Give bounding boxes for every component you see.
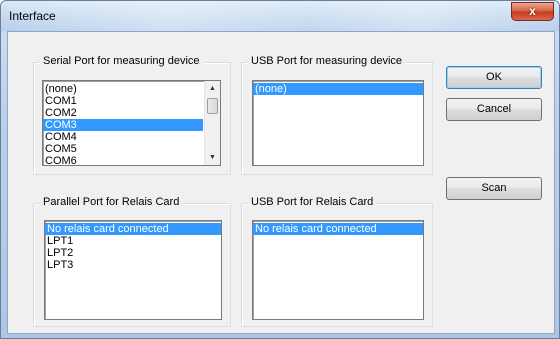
close-icon: x (529, 4, 536, 18)
usb-measuring-group-label: USB Port for measuring device (248, 55, 406, 67)
list-item[interactable]: COM2 (43, 107, 203, 119)
usb-measuring-group: USB Port for measuring device (none) (241, 55, 433, 175)
list-item[interactable]: No relais card connected (253, 223, 423, 235)
list-item[interactable]: LPT1 (45, 235, 221, 247)
list-item[interactable]: COM3 (43, 119, 203, 131)
parallel-port-list[interactable]: No relais card connected LPT1 LPT2 LPT3 (44, 220, 222, 320)
list-item[interactable]: (none) (253, 83, 423, 95)
list-item[interactable]: COM4 (43, 131, 203, 143)
list-item[interactable]: COM5 (43, 143, 203, 155)
interface-dialog: Interface x Serial Port for measuring de… (0, 0, 560, 339)
close-button[interactable]: x (511, 2, 554, 21)
usb-relais-items: No relais card connected (253, 221, 423, 235)
usb-measuring-items: (none) (253, 81, 423, 95)
parallel-port-group-label: Parallel Port for Relais Card (40, 196, 183, 208)
usb-measuring-list[interactable]: (none) (252, 80, 424, 166)
ok-button[interactable]: OK (446, 66, 542, 89)
dialog-client-area: Serial Port for measuring device (none) C… (7, 31, 555, 334)
usb-relais-group-label: USB Port for Relais Card (248, 196, 377, 208)
parallel-port-items: No relais card connected LPT1 LPT2 LPT3 (45, 221, 221, 271)
list-item[interactable]: No relais card connected (45, 223, 221, 235)
serial-port-group: Serial Port for measuring device (none) C… (33, 55, 231, 175)
list-item[interactable]: LPT2 (45, 247, 221, 259)
serial-port-group-label: Serial Port for measuring device (40, 55, 203, 67)
list-item[interactable]: (none) (43, 83, 203, 95)
usb-relais-group: USB Port for Relais Card No relais card … (241, 196, 433, 327)
scan-button[interactable]: Scan (446, 177, 542, 200)
cancel-button[interactable]: Cancel (446, 98, 542, 121)
parallel-port-group: Parallel Port for Relais Card No relais … (33, 196, 231, 327)
serial-port-list[interactable]: (none) COM1 COM2 COM3 COM4 COM5 COM6 ▲ ▼ (42, 80, 221, 166)
usb-relais-list[interactable]: No relais card connected (252, 220, 424, 320)
serial-port-items: (none) COM1 COM2 COM3 COM4 COM5 COM6 (43, 81, 203, 165)
title-bar[interactable]: Interface x (1, 1, 559, 31)
arrow-up-icon[interactable]: ▲ (205, 81, 220, 96)
arrow-down-icon[interactable]: ▼ (205, 150, 220, 165)
list-item[interactable]: LPT3 (45, 259, 221, 271)
serial-port-scrollbar[interactable]: ▲ ▼ (204, 81, 220, 165)
list-item[interactable]: COM6 (43, 155, 203, 165)
scrollbar-thumb[interactable] (207, 98, 218, 114)
list-item[interactable]: COM1 (43, 95, 203, 107)
window-title: Interface (9, 9, 56, 23)
